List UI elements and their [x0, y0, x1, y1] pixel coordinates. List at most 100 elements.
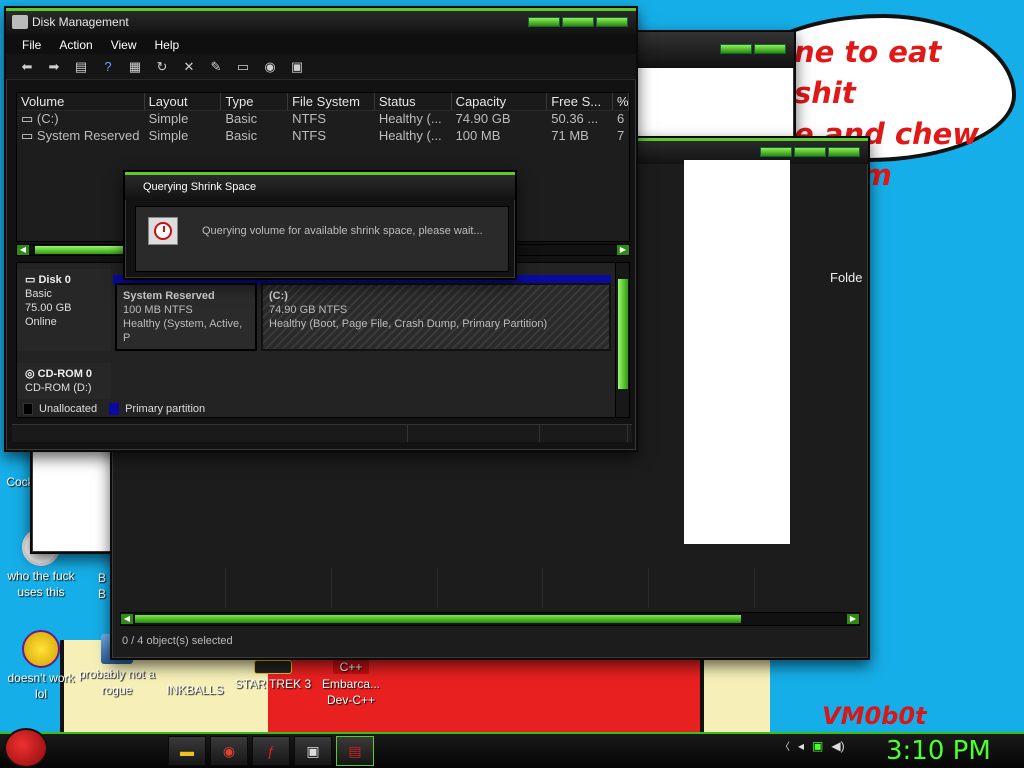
partition-system-reserved[interactable]: System Reserved 100 MB NTFS Healthy (Sys…: [115, 283, 257, 351]
rescan-icon[interactable]: ▣: [288, 59, 306, 75]
menu-file[interactable]: File: [22, 38, 41, 54]
folder-icon[interactable]: ▬: [168, 736, 206, 766]
tray-chevron-icon[interactable]: 〈: [780, 738, 790, 753]
chrome-icon[interactable]: ◉: [210, 736, 248, 766]
status-cell: Healthy (...: [378, 128, 442, 143]
status-pane: [540, 425, 628, 442]
scroll-right-button[interactable]: ▶: [617, 245, 629, 255]
legend: Unallocated Primary partition: [23, 403, 205, 415]
column-header-folder[interactable]: Folde: [830, 270, 863, 285]
start-button[interactable]: [4, 728, 48, 768]
back-icon[interactable]: ⬅: [18, 59, 36, 75]
vertical-scrollbar[interactable]: [615, 263, 629, 417]
explorer-grid: [120, 568, 860, 608]
desktop-icon-inkballs[interactable]: INKBALLS: [154, 682, 236, 698]
scrollbar-thumb[interactable]: [35, 246, 135, 254]
open-icon[interactable]: ▭: [234, 59, 252, 75]
status-bar: 0 / 4 object(s) selected: [120, 632, 860, 650]
refresh-icon[interactable]: ↻: [153, 59, 171, 75]
app-icon[interactable]: ▣: [294, 736, 332, 766]
column-header-volume[interactable]: Volume: [17, 93, 145, 110]
table-row[interactable]: ▭ System Reserved Simple Basic NTFS Heal…: [17, 128, 629, 145]
dialog-titlebar[interactable]: Querying Shrink Space: [125, 172, 515, 200]
cdrom-0-label[interactable]: ◎ CD-ROM 0 CD-ROM (D:): [17, 363, 111, 399]
menu-view[interactable]: View: [111, 38, 137, 54]
close-button[interactable]: [596, 17, 628, 27]
maximize-button[interactable]: [562, 17, 594, 27]
window-titlebar[interactable]: Disk Management: [6, 8, 636, 34]
volume-cell: ▭ (C:): [17, 111, 145, 128]
disk-type: CD-ROM (D:): [25, 382, 92, 394]
taskbar: ▬ ◉ ƒ ▣ ▤ 〈 ◂ ▣ ◀) 3:10 PM: [0, 728, 1024, 768]
column-header-status[interactable]: Status: [375, 93, 452, 110]
disk-0-label[interactable]: ▭ Disk 0 Basic 75.00 GB Online: [17, 269, 111, 351]
volume-cell: ▭ System Reserved: [17, 128, 145, 145]
volume-icon[interactable]: ◀): [831, 739, 844, 753]
dialog-body: Querying volume for available shrink spa…: [135, 206, 509, 272]
desktop-icon-label: who the fuck uses this: [7, 569, 75, 599]
tray-arrow-icon[interactable]: ◂: [798, 739, 804, 753]
desktop-icon-startrek[interactable]: STAR TREK 3: [232, 660, 314, 692]
dev-cpp-icon: C++: [333, 660, 369, 674]
flash-icon[interactable]: ƒ: [252, 736, 290, 766]
type-cell: Basic: [225, 128, 258, 143]
network-icon[interactable]: ▣: [812, 739, 823, 753]
minimize-button[interactable]: [720, 44, 752, 54]
menu-bar: File Action View Help: [6, 34, 636, 54]
status-pane: [12, 425, 408, 442]
clock-icon: [148, 217, 178, 245]
desktop-icon-b[interactable]: B B: [94, 570, 110, 602]
partition-c-drive[interactable]: (C:) 74.90 GB NTFS Healthy (Boot, Page F…: [261, 283, 611, 351]
type-cell: Basic: [225, 111, 258, 126]
minimize-button[interactable]: [528, 17, 560, 27]
forward-icon[interactable]: ➡: [45, 59, 63, 75]
scroll-right-button[interactable]: ▶: [847, 614, 859, 624]
desktop-icon-label: STAR TREK 3: [234, 677, 312, 691]
edit-icon[interactable]: ✎: [207, 59, 225, 75]
partition-name: System Reserved: [123, 290, 215, 302]
column-header-free-space[interactable]: Free S...: [547, 93, 614, 110]
column-header-percent[interactable]: %: [613, 93, 629, 110]
window-title: Disk Management: [32, 15, 129, 29]
partition-size: 74.90 GB NTFS: [269, 304, 348, 316]
querying-shrink-space-dialog[interactable]: Querying Shrink Space Querying volume fo…: [123, 170, 517, 280]
scroll-left-button[interactable]: ◀: [17, 245, 29, 255]
help-icon[interactable]: ?: [99, 59, 117, 75]
scrollbar-thumb[interactable]: [618, 279, 628, 389]
menu-action[interactable]: Action: [59, 38, 92, 54]
menu-help[interactable]: Help: [155, 38, 180, 54]
maximize-button[interactable]: [794, 147, 826, 157]
column-header-capacity[interactable]: Capacity: [452, 93, 548, 110]
delete-icon[interactable]: ✕: [180, 59, 198, 75]
column-header-layout[interactable]: Layout: [145, 93, 222, 110]
selection-status: 0 / 4 object(s) selected: [122, 635, 233, 647]
taskbar-clock[interactable]: 3:10 PM: [886, 736, 991, 766]
column-header-type[interactable]: Type: [221, 93, 289, 110]
partition-status: Healthy (System, Active, P: [123, 318, 243, 344]
close-button[interactable]: [828, 147, 860, 157]
column-header-filesystem[interactable]: File System: [288, 93, 375, 110]
legend-swatch-unallocated: [23, 403, 33, 415]
table-row[interactable]: ▭ (C:) Simple Basic NTFS Healthy (... 74…: [17, 111, 629, 128]
scroll-left-button[interactable]: ◀: [121, 614, 133, 624]
layout-cell: Simple: [148, 111, 189, 126]
desktop-icon-devcpp[interactable]: C++ Embarca... Dev-C++: [310, 660, 392, 708]
scrollbar-thumb[interactable]: [135, 615, 741, 623]
status-pane: [408, 425, 540, 442]
filesystem-cell: NTFS: [292, 111, 327, 126]
console-tree-icon[interactable]: ▤: [72, 59, 90, 75]
search-icon[interactable]: ◉: [261, 59, 279, 75]
disk-size: 75.00 GB: [25, 302, 72, 314]
legend-unallocated: Unallocated: [39, 403, 98, 415]
desktop-icon-label: B B: [97, 571, 106, 601]
star-wars-icon: [254, 660, 292, 674]
status-bar: [12, 424, 632, 442]
maximize-button[interactable]: [754, 44, 786, 54]
yahoo-messenger-icon: [22, 630, 60, 668]
desktop-icon-yahoo[interactable]: doesn't work lol: [0, 630, 82, 702]
disk-management-icon[interactable]: ▤: [336, 736, 374, 766]
minimize-button[interactable]: [760, 147, 792, 157]
horizontal-scrollbar[interactable]: ◀ ▶: [120, 612, 860, 626]
window-controls: [760, 147, 860, 157]
properties-icon[interactable]: ▦: [126, 59, 144, 75]
